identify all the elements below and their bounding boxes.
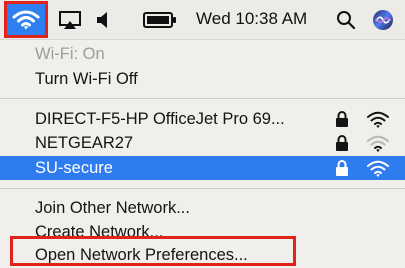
wifi-signal-icon	[367, 111, 389, 128]
menu-bar: Wed 10:38 AM	[0, 0, 405, 39]
siri-button[interactable]	[370, 0, 396, 39]
battery-icon	[143, 11, 176, 28]
network-name: NETGEAR27	[35, 134, 134, 152]
turn-wifi-off-item[interactable]: Turn Wi-Fi Off	[0, 67, 405, 91]
search-icon	[337, 10, 356, 29]
menu-separator	[0, 98, 405, 99]
lock-icon	[336, 111, 348, 127]
network-item-su-secure[interactable]: SU-secure	[0, 156, 405, 180]
menu-bar-clock[interactable]: Wed 10:38 AM	[196, 9, 307, 29]
wifi-menu: Wi-Fi: On Turn Wi-Fi Off DIRECT-F5-HP Of…	[0, 39, 405, 268]
airplay-icon	[59, 10, 81, 29]
siri-icon	[373, 9, 393, 30]
network-item-netgear27[interactable]: NETGEAR27	[0, 131, 405, 155]
volume-icon	[97, 11, 107, 28]
spotlight-button[interactable]	[334, 0, 358, 39]
join-other-network-item[interactable]: Join Other Network...	[0, 196, 405, 220]
wifi-status-label: Wi-Fi: On	[35, 45, 105, 63]
menu-separator	[0, 188, 405, 189]
battery-button[interactable]	[140, 0, 180, 39]
wifi-menu-button[interactable]	[4, 1, 48, 38]
annotation-highlight-box	[10, 236, 296, 266]
network-name: SU-secure	[35, 159, 113, 177]
network-item-direct-hp[interactable]: DIRECT-F5-HP OfficeJet Pro 69...	[0, 107, 405, 131]
wifi-signal-icon	[367, 135, 389, 152]
lock-icon	[336, 135, 348, 151]
network-name: DIRECT-F5-HP OfficeJet Pro 69...	[35, 110, 285, 128]
wifi-icon	[12, 10, 40, 29]
volume-button[interactable]	[92, 0, 114, 39]
join-other-network-label: Join Other Network...	[35, 199, 190, 217]
airplay-button[interactable]	[56, 0, 84, 39]
lock-icon	[336, 160, 348, 176]
wifi-status: Wi-Fi: On	[0, 42, 405, 66]
turn-wifi-off-label: Turn Wi-Fi Off	[35, 70, 138, 88]
wifi-signal-icon	[367, 160, 389, 177]
